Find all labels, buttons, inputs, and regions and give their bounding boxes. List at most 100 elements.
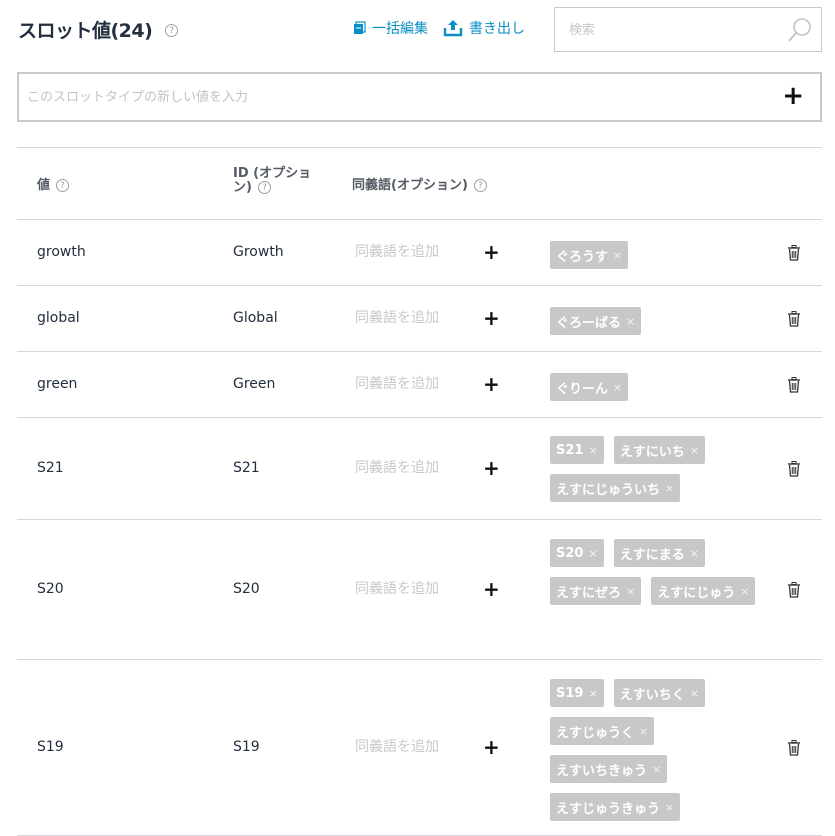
synonym-tags: ぐろーばる × bbox=[550, 307, 760, 335]
bulk-edit-icon bbox=[354, 21, 366, 34]
synonym-tag-label: S21 bbox=[556, 442, 584, 458]
help-icon[interactable]: ? bbox=[473, 179, 487, 192]
slot-id: Green bbox=[233, 376, 276, 392]
synonym-tag-label: えすじゅうく bbox=[556, 725, 635, 741]
trash-icon[interactable] bbox=[787, 245, 801, 261]
trash-icon[interactable] bbox=[787, 461, 801, 477]
synonym-tags: S20 × えすにまる × えすにぜろ × えすにじゅう × bbox=[550, 539, 760, 605]
export-label: 書き出し bbox=[469, 21, 525, 37]
synonym-tag-label: ぐろうす bbox=[556, 249, 609, 265]
new-value-box: + bbox=[17, 72, 822, 122]
add-synonym-button[interactable]: + bbox=[483, 737, 500, 757]
column-header-id-label: ID (オプション) bbox=[233, 166, 312, 195]
synonym-input[interactable] bbox=[355, 458, 475, 478]
column-header-synonyms-label: 同義語(オプション) bbox=[352, 178, 468, 193]
trash-icon[interactable] bbox=[787, 582, 801, 598]
remove-synonym-icon[interactable]: × bbox=[690, 687, 699, 700]
synonym-tag: えすいちきゅう × bbox=[550, 755, 668, 783]
page-title: スロット値(24) ? bbox=[18, 16, 178, 43]
remove-synonym-icon[interactable]: × bbox=[652, 763, 661, 776]
synonym-tag: S20 × bbox=[550, 539, 604, 567]
slot-id: Global bbox=[233, 310, 278, 326]
remove-synonym-icon[interactable]: × bbox=[665, 801, 674, 814]
synonym-tag: ぐろーばる × bbox=[550, 307, 642, 335]
synonym-tag: えすにぜろ × bbox=[550, 577, 642, 605]
slot-id: S19 bbox=[233, 739, 260, 755]
table-row: growth Growth + ぐろうす × bbox=[17, 220, 822, 286]
add-synonym-button[interactable]: + bbox=[483, 579, 500, 599]
synonym-tag: えすいちく × bbox=[613, 679, 705, 707]
synonym-tag-label: ぐりーん bbox=[556, 381, 609, 397]
bulk-edit-button[interactable]: 一括編集 bbox=[352, 18, 428, 38]
add-synonym-button[interactable]: + bbox=[483, 242, 500, 262]
trash-icon[interactable] bbox=[787, 377, 801, 393]
synonym-input[interactable] bbox=[355, 242, 475, 262]
trash-icon[interactable] bbox=[787, 740, 801, 756]
synonym-tag: えすにまる × bbox=[613, 539, 705, 567]
slot-id: Growth bbox=[233, 244, 284, 260]
synonym-tag-label: えすいちきゅう bbox=[556, 763, 648, 779]
help-icon[interactable]: ? bbox=[257, 181, 271, 194]
synonym-tags: ぐろうす × bbox=[550, 241, 760, 269]
remove-synonym-icon[interactable]: × bbox=[626, 585, 635, 598]
column-header-synonyms: 同義語(オプション)? bbox=[352, 174, 487, 193]
upload-icon bbox=[443, 20, 463, 37]
synonym-tag-label: えすにいち bbox=[619, 444, 685, 460]
slot-id: S20 bbox=[233, 581, 260, 597]
synonym-tag: えすにじゅういち × bbox=[550, 474, 681, 502]
export-button[interactable]: 書き出し bbox=[443, 18, 525, 38]
synonym-tags: ぐりーん × bbox=[550, 373, 760, 401]
remove-synonym-icon[interactable]: × bbox=[588, 444, 597, 457]
trash-icon[interactable] bbox=[787, 311, 801, 327]
synonym-input[interactable] bbox=[355, 374, 475, 394]
table-row: global Global + ぐろーばる × bbox=[17, 286, 822, 352]
add-synonym-button[interactable]: + bbox=[483, 374, 500, 394]
remove-synonym-icon[interactable]: × bbox=[588, 687, 597, 700]
synonym-tag-label: えすいちく bbox=[619, 687, 685, 703]
table-row: S21 S21 + S21 × えすにいち × えすにじゅういち × bbox=[17, 418, 822, 520]
remove-synonym-icon[interactable]: × bbox=[690, 547, 699, 560]
remove-synonym-icon[interactable]: × bbox=[613, 249, 622, 262]
synonym-tag-label: えすにじゅういち bbox=[556, 482, 661, 498]
table-row: S20 S20 + S20 × えすにまる × えすにぜろ × えすにじゅう × bbox=[17, 520, 822, 660]
help-icon[interactable]: ? bbox=[56, 179, 70, 192]
synonym-tag-label: S19 bbox=[556, 685, 584, 701]
remove-synonym-icon[interactable]: × bbox=[690, 444, 699, 457]
remove-synonym-icon[interactable]: × bbox=[588, 547, 597, 560]
synonym-tag: S21 × bbox=[550, 436, 604, 464]
synonym-tag: ぐりーん × bbox=[550, 373, 629, 401]
add-synonym-button[interactable]: + bbox=[483, 458, 500, 478]
column-header-id: ID (オプション)? bbox=[233, 167, 323, 195]
add-synonym-button[interactable]: + bbox=[483, 308, 500, 328]
table-row: green Green + ぐりーん × bbox=[17, 352, 822, 418]
slot-value: green bbox=[37, 376, 78, 392]
search-icon[interactable] bbox=[787, 17, 813, 43]
slot-value: S19 bbox=[37, 739, 64, 755]
remove-synonym-icon[interactable]: × bbox=[740, 585, 749, 598]
remove-synonym-icon[interactable]: × bbox=[665, 482, 674, 495]
new-value-input[interactable] bbox=[27, 87, 727, 107]
add-value-button[interactable]: + bbox=[782, 83, 804, 109]
synonym-tag-label: えすじゅうきゅう bbox=[556, 801, 661, 817]
slot-value: growth bbox=[37, 244, 86, 260]
synonym-tag: えすにいち × bbox=[613, 436, 705, 464]
remove-synonym-icon[interactable]: × bbox=[613, 381, 622, 394]
synonym-input[interactable] bbox=[355, 308, 475, 328]
remove-synonym-icon[interactable]: × bbox=[639, 725, 648, 738]
synonym-tag-label: えすにぜろ bbox=[556, 585, 622, 601]
search-input[interactable] bbox=[569, 20, 769, 40]
column-header-value: 値? bbox=[37, 174, 70, 193]
synonym-tag: えすじゅうく × bbox=[550, 717, 655, 745]
column-header-value-label: 値 bbox=[37, 178, 51, 193]
synonym-input[interactable] bbox=[355, 737, 475, 757]
synonym-tag: ぐろうす × bbox=[550, 241, 629, 269]
remove-synonym-icon[interactable]: × bbox=[626, 315, 635, 328]
table-header: 値? ID (オプション)? 同義語(オプション)? bbox=[17, 147, 822, 220]
synonym-tag-label: えすにまる bbox=[619, 547, 685, 563]
synonym-tags: S19 × えすいちく × えすじゅうく × えすいちきゅう × えすじゅうきゅう × bbox=[550, 679, 760, 821]
synonym-input[interactable] bbox=[355, 579, 475, 599]
synonym-tags: S21 × えすにいち × えすにじゅういち × bbox=[550, 436, 760, 502]
help-icon[interactable]: ? bbox=[165, 24, 178, 37]
synonym-tag-label: S20 bbox=[556, 545, 584, 561]
search-box bbox=[554, 7, 822, 52]
